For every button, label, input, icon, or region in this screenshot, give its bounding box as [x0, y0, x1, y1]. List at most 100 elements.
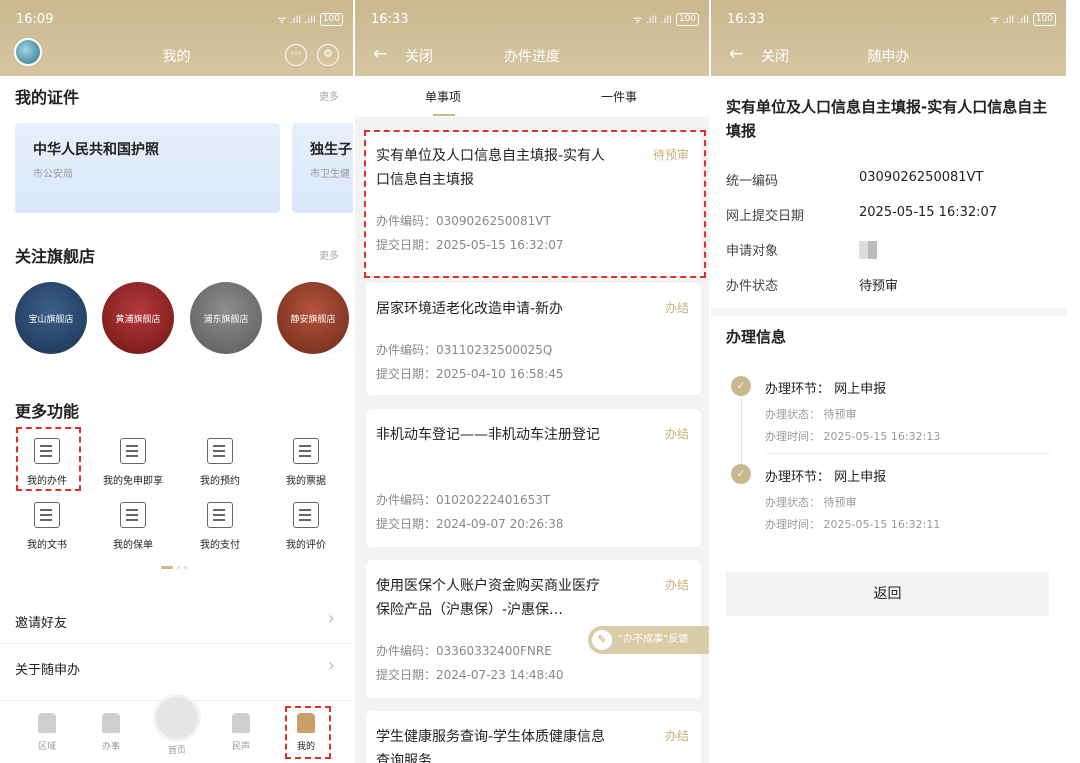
calendar-icon [207, 438, 233, 464]
certs-more-link[interactable]: 更多 [319, 88, 339, 103]
return-button[interactable]: 返回 [726, 572, 1049, 616]
field-label: 申请对象 [726, 244, 779, 259]
stores-more-link[interactable]: 更多 [319, 247, 339, 262]
func-my-payment[interactable]: 我的支付 [185, 502, 255, 551]
divider [765, 453, 1051, 454]
cert-card[interactable]: 独生子 市卫生健 [292, 123, 353, 213]
field-label: 网上提交日期 [726, 209, 805, 224]
case-item[interactable]: 学生健康服务查询-学生体质健康信息查询服务 办结 [366, 711, 701, 763]
status-badge: 办结 [664, 301, 689, 315]
cert-card[interactable]: 中华人民共和国护照 市公安局 [15, 123, 280, 213]
field-value: 待预审 [859, 279, 899, 294]
certs-heading: 我的证件 [15, 88, 80, 107]
signal-icon: ᯤ .ıll .ıll [990, 15, 1029, 26]
policy-icon [120, 502, 146, 528]
func-my-receipt[interactable]: 我的票据 [271, 438, 341, 487]
tab-underline [433, 114, 455, 116]
tab-services[interactable]: 办事 [91, 713, 131, 752]
func-my-docs[interactable]: 我的文书 [12, 502, 82, 551]
profile-screen: 16:09 ᯤ .ıll .ıll 100 我的 ··· ⚙ 我的证件 更多 中华… [0, 0, 353, 763]
process-heading: 办理信息 [726, 328, 787, 346]
case-heading: 实有单位及人口信息自主填报-实有人口信息自主填报 [726, 98, 1048, 140]
cert-card-title: 中华人民共和国护照 [33, 142, 159, 158]
tab-region[interactable]: 区域 [27, 713, 67, 752]
case-date: 提交日期：2025-04-10 16:58:45 [376, 367, 564, 381]
feedback-button[interactable]: ✎ “办不成事”反馈 [588, 626, 709, 654]
check-icon: ✓ [731, 464, 751, 484]
header: 16:33 ᯤ .ıll .ıll 100 ← 关闭 随申办 [711, 0, 1066, 76]
signal-icon: ᯤ .ıll .ıll [277, 15, 316, 26]
battery-icon: 100 [675, 12, 699, 26]
header: 16:33 ᯤ .ıll .ıll 100 ← 关闭 办件进度 [355, 0, 709, 76]
case-item[interactable]: 居家环境适老化改造申请-新办 办结 办件编码：03110232500025Q 提… [366, 283, 701, 395]
store-pudong[interactable]: 浦东旗舰店 [190, 282, 262, 354]
store-baoshan[interactable]: 宝山旗舰店 [15, 282, 87, 354]
review-icon [293, 502, 319, 528]
status-badge: 办结 [664, 729, 689, 743]
field-value: 2025-05-15 16:32:07 [859, 205, 998, 220]
status-time: 16:09 [16, 12, 54, 27]
cert-card-issuer: 市公安局 [33, 169, 73, 180]
status-icons: ᯤ .ıll .ıll 100 [990, 12, 1056, 26]
cert-card-title: 独生子 [310, 142, 352, 158]
row-invite-friends[interactable]: 邀请好友 › [0, 598, 353, 644]
stores-heading: 关注旗舰店 [15, 247, 96, 266]
func-my-appointment[interactable]: 我的预约 [185, 438, 255, 487]
field-value: 0309026250081VT [859, 170, 984, 185]
case-progress-screen: 16:33 ᯤ .ıll .ıll 100 ← 关闭 办件进度 单事项 一件事 实… [355, 0, 709, 763]
func-my-review[interactable]: 我的评价 [271, 502, 341, 551]
func-my-exempt[interactable]: 我的免申即享 [98, 438, 168, 487]
check-icon: ✓ [731, 376, 751, 396]
tab-strip: 单事项 一件事 [355, 76, 709, 118]
cert-card-issuer: 市卫生健 [310, 169, 350, 180]
redacted-value [859, 241, 877, 259]
tab-voice[interactable]: 民声 [221, 713, 261, 752]
highlight-box [285, 706, 331, 759]
page-title: 办件进度 [504, 49, 560, 65]
page-title: 随申办 [867, 49, 910, 65]
battery-icon: 100 [1032, 12, 1056, 26]
chevron-right-icon: › [327, 608, 335, 629]
home-icon[interactable] [156, 697, 198, 739]
tab-home[interactable]: 首页 [157, 737, 197, 756]
case-item[interactable]: 非机动车登记——非机动车注册登记 办结 办件编码：01020222401653T… [366, 409, 701, 547]
func-my-policy[interactable]: 我的保单 [98, 502, 168, 551]
header: 16:09 ᯤ .ıll .ıll 100 我的 ··· ⚙ [0, 0, 353, 76]
case-title: 居家环境适老化改造申请-新办 [376, 301, 564, 317]
row-about[interactable]: 关于随申办 › [0, 645, 353, 691]
field-label: 统一编码 [726, 174, 779, 189]
status-time: 16:33 [727, 12, 765, 27]
case-date: 提交日期：2024-09-07 20:26:38 [376, 517, 564, 531]
receipt-icon [293, 438, 319, 464]
field-label: 办件状态 [726, 279, 779, 294]
pen-icon: ✎ [592, 630, 612, 650]
case-code: 办件编码：03110232500025Q [376, 343, 553, 357]
case-date: 提交日期：2024-07-23 14:48:40 [376, 668, 564, 682]
store-jingan[interactable]: 静安旗舰店 [277, 282, 349, 354]
status-badge: 办结 [664, 578, 689, 592]
payment-icon [207, 502, 233, 528]
tab-one-thing[interactable]: 一件事 [601, 88, 637, 105]
timeline-line [741, 398, 742, 474]
case-title: 非机动车登记——非机动车注册登记 [376, 427, 600, 443]
status-icons: ᯤ .ıll .ıll 100 [633, 12, 699, 26]
status-badge: 办结 [664, 427, 689, 441]
status-time: 16:33 [371, 12, 409, 27]
chevron-right-icon: › [327, 655, 335, 676]
signal-icon: ᯤ .ıll .ıll [633, 15, 672, 26]
functions-heading: 更多功能 [15, 402, 80, 421]
case-title: 学生健康服务查询-学生体质健康信息查询服务 [376, 729, 606, 763]
store-huangpu[interactable]: 黄浦旗舰店 [102, 282, 174, 354]
case-code: 办件编码：03360332400FNRE [376, 644, 552, 658]
tab-single-item[interactable]: 单事项 [425, 88, 461, 105]
case-code: 办件编码：01020222401653T [376, 493, 551, 507]
more-icon[interactable]: ··· [285, 44, 307, 66]
brush-icon [102, 713, 120, 733]
gear-icon[interactable]: ⚙ [317, 44, 339, 66]
lotus-icon [232, 713, 250, 733]
status-icons: ᯤ .ıll .ıll 100 [277, 12, 343, 26]
highlight-box [364, 130, 706, 278]
page-indicator [161, 566, 193, 569]
document-icon [34, 502, 60, 528]
search-doc-icon [120, 438, 146, 464]
